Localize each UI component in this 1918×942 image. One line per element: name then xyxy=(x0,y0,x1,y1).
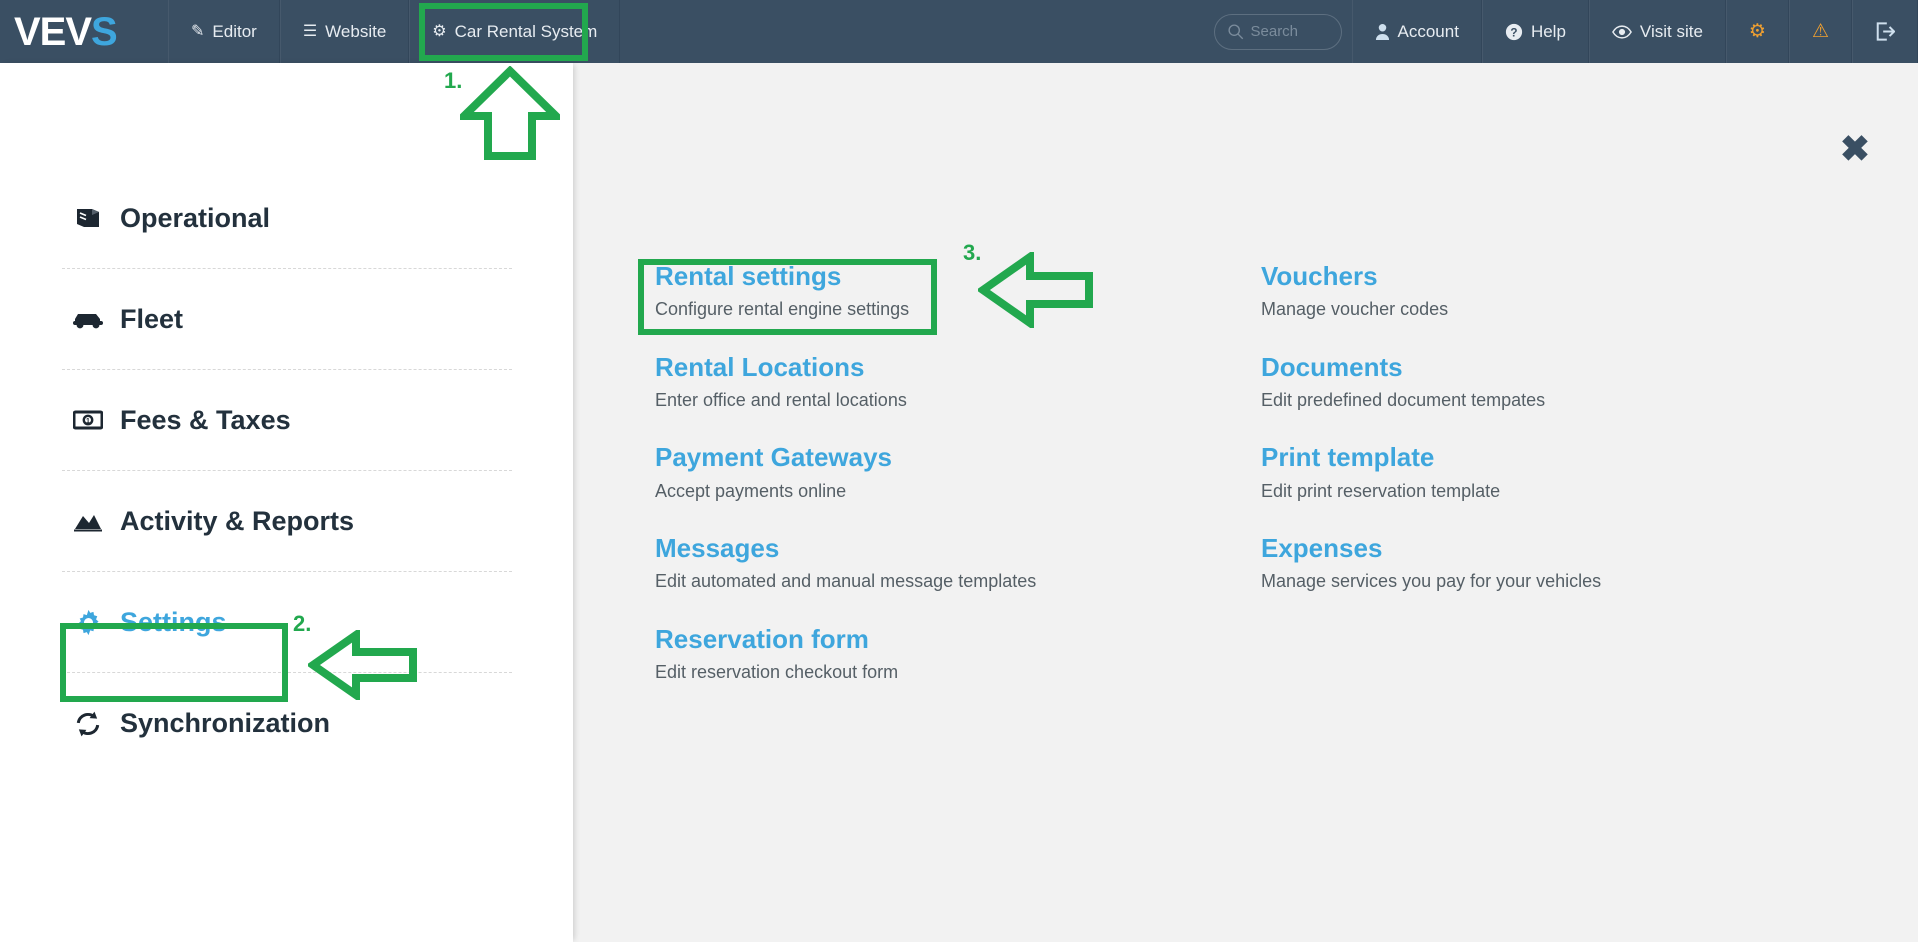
link-rental-settings[interactable]: Rental settings Configure rental engine … xyxy=(655,261,1075,321)
eye-icon xyxy=(1611,24,1632,39)
logo-text-accent: S xyxy=(91,9,118,54)
link-messages[interactable]: Messages Edit automated and manual messa… xyxy=(655,533,1075,593)
nav-item-visit-site[interactable]: Visit site xyxy=(1588,0,1726,63)
link-reservation-form[interactable]: Reservation form Edit reservation checko… xyxy=(655,624,1075,684)
link-rental-locations[interactable]: Rental Locations Enter office and rental… xyxy=(655,352,1075,412)
logo-text: VEVS xyxy=(14,9,118,54)
sidebar-item-fees-taxes-label: Fees & Taxes xyxy=(120,404,291,435)
nav-item-help[interactable]: ? Help xyxy=(1481,0,1589,63)
nav-item-editor-label: Editor xyxy=(212,21,257,41)
warning-icon: ⚠ xyxy=(1811,21,1829,42)
link-documents[interactable]: Documents Edit predefined document tempa… xyxy=(1261,352,1681,412)
logout-icon xyxy=(1876,22,1895,41)
link-payment-gateways[interactable]: Payment Gateways Accept payments online xyxy=(655,442,1075,502)
money-bill-icon: 1 xyxy=(72,410,104,430)
nav-item-website[interactable]: ☰ Website xyxy=(279,0,410,63)
link-payment-gateways-desc: Accept payments online xyxy=(655,480,847,501)
nav-item-help-label: Help xyxy=(1530,21,1566,41)
vevs-logo[interactable]: VEVS xyxy=(0,0,168,63)
sidebar-item-fleet-label: Fleet xyxy=(120,303,184,334)
settings-gear-button[interactable]: ⚙ xyxy=(1725,0,1789,63)
sidebar-item-fleet[interactable]: Fleet xyxy=(62,269,512,370)
pencil-icon: ✎ xyxy=(191,22,205,40)
link-rental-settings-title: Rental settings xyxy=(655,261,842,291)
book-icon xyxy=(72,206,104,230)
link-expenses-desc: Manage services you pay for your vehicle… xyxy=(1261,571,1602,592)
sidebar-item-activity-reports[interactable]: Activity & Reports xyxy=(62,471,512,572)
link-expenses-title: Expenses xyxy=(1261,533,1383,564)
link-reservation-form-desc: Edit reservation checkout form xyxy=(655,661,899,682)
link-documents-desc: Edit predefined document tempates xyxy=(1261,389,1546,410)
logo-text-white: VEV xyxy=(14,9,92,54)
sidebar-nav-list: Operational Fleet 1 Fees & Taxes Activit… xyxy=(62,168,512,774)
settings-gear-icon: ⚙ xyxy=(1748,21,1766,42)
logout-button[interactable] xyxy=(1852,0,1918,63)
nav-item-account-label: Account xyxy=(1397,21,1459,41)
settings-links-right-column: Vouchers Manage voucher codes Documents … xyxy=(1261,261,1681,593)
sidebar-item-settings[interactable]: Settings xyxy=(62,572,512,673)
car-icon xyxy=(72,309,104,329)
link-documents-title: Documents xyxy=(1261,351,1403,382)
link-vouchers[interactable]: Vouchers Manage voucher codes xyxy=(1261,261,1681,321)
link-rental-locations-title: Rental Locations xyxy=(655,351,865,382)
svg-text:1: 1 xyxy=(86,418,90,425)
nav-item-website-label: Website xyxy=(325,21,387,41)
search-placeholder: Search xyxy=(1250,23,1299,40)
nav-item-visit-site-label: Visit site xyxy=(1639,21,1703,41)
link-expenses[interactable]: Expenses Manage services you pay for you… xyxy=(1261,533,1681,593)
top-navigation-bar: VEVS ✎ Editor ☰ Website ⚙ Car Rental Sys… xyxy=(0,0,1918,63)
close-icon[interactable]: ✖ xyxy=(1840,131,1870,167)
link-reservation-form-title: Reservation form xyxy=(655,623,869,654)
gear-icon: ⚙ xyxy=(432,22,447,40)
nav-item-editor[interactable]: ✎ Editor xyxy=(168,0,280,63)
search-input[interactable]: Search xyxy=(1213,13,1342,50)
sync-icon xyxy=(72,711,104,737)
link-vouchers-title: Vouchers xyxy=(1261,261,1378,291)
link-print-template-title: Print template xyxy=(1261,442,1435,473)
sidebar: Operational Fleet 1 Fees & Taxes Activit… xyxy=(0,63,573,942)
sidebar-item-synchronization[interactable]: Synchronization xyxy=(62,673,512,774)
sidebar-item-operational[interactable]: Operational xyxy=(62,168,512,269)
nav-item-car-rental-system-label: Car Rental System xyxy=(454,21,598,41)
sidebar-item-settings-label: Settings xyxy=(120,606,227,637)
gear-icon xyxy=(72,609,104,636)
nav-item-account[interactable]: Account xyxy=(1351,0,1482,63)
link-vouchers-desc: Manage voucher codes xyxy=(1261,299,1449,320)
list-icon: ☰ xyxy=(302,22,318,40)
search-icon xyxy=(1227,24,1243,40)
user-icon xyxy=(1375,24,1389,40)
link-messages-title: Messages xyxy=(655,533,780,564)
settings-links-left-column: Rental settings Configure rental engine … xyxy=(655,261,1075,683)
link-rental-settings-desc: Configure rental engine settings xyxy=(655,299,910,320)
link-rental-locations-desc: Enter office and rental locations xyxy=(655,389,907,410)
area-chart-icon xyxy=(72,510,104,532)
question-circle-icon: ? xyxy=(1505,23,1523,40)
link-print-template[interactable]: Print template Edit print reservation te… xyxy=(1261,442,1681,502)
warning-button[interactable]: ⚠ xyxy=(1788,0,1852,63)
main-content-panel: ✖ Rental settings Configure rental engin… xyxy=(573,63,1918,942)
sidebar-item-synchronization-label: Synchronization xyxy=(120,708,331,738)
svg-text:?: ? xyxy=(1510,26,1517,39)
nav-item-car-rental-system[interactable]: ⚙ Car Rental System xyxy=(409,0,621,63)
link-print-template-desc: Edit print reservation template xyxy=(1261,480,1501,501)
sidebar-item-activity-reports-label: Activity & Reports xyxy=(120,505,355,536)
sidebar-item-operational-label: Operational xyxy=(120,202,271,233)
sidebar-item-fees-taxes[interactable]: 1 Fees & Taxes xyxy=(62,370,512,471)
link-payment-gateways-title: Payment Gateways xyxy=(655,442,893,473)
link-messages-desc: Edit automated and manual message templa… xyxy=(655,571,1037,592)
